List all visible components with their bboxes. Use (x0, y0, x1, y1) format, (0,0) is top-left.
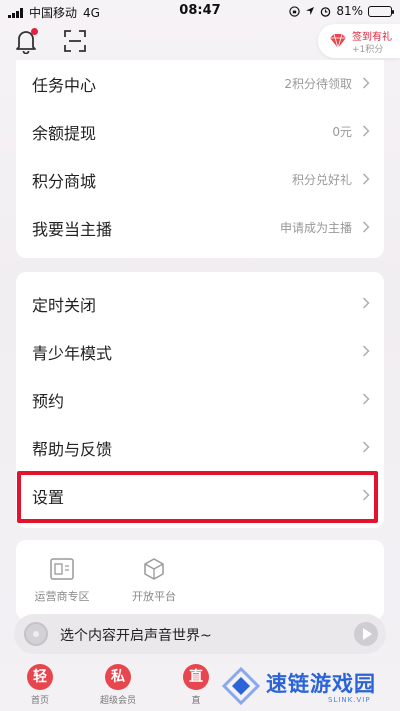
status-right: 81% (289, 4, 394, 18)
tool-carrier-zone[interactable]: 运营商专区 (22, 558, 102, 612)
notification-badge (31, 28, 38, 35)
sim-card-icon (50, 558, 74, 580)
watermark: 速链游戏园 SLINK.VIP (218, 660, 398, 710)
tab-live[interactable]: 直 直 (168, 664, 224, 706)
tool-label: 开放平台 (132, 590, 176, 603)
chevron-right-icon (363, 345, 370, 357)
tab-label: 首页 (30, 696, 49, 706)
menu-item-label: 余额提现 (32, 124, 97, 143)
chevron-right-icon (363, 221, 370, 233)
watermark-subtext: SLINK.VIP (328, 696, 371, 704)
menu-item-sleep-timer[interactable]: 定时关闭 (16, 280, 384, 328)
tab-label: 超级会员 (99, 696, 136, 706)
menu-item-settings[interactable]: 设置 (16, 472, 384, 520)
battery-percent: 81% (336, 4, 363, 18)
menu-item-label: 我要当主播 (32, 220, 113, 239)
chevron-right-icon (363, 489, 370, 501)
chevron-right-icon (363, 441, 370, 453)
rotation-lock-icon (289, 5, 301, 17)
general-menu-card: 定时关闭 青少年模式 预约 帮助与反馈 设置 (16, 272, 384, 528)
mini-player[interactable]: 选个内容开启声音世界~ (14, 614, 386, 654)
gem-icon (330, 33, 346, 49)
alarm-icon (321, 6, 331, 17)
menu-item-label: 定时关闭 (32, 296, 97, 315)
menu-item-task-center[interactable]: 任务中心 2积分待领取 (16, 60, 384, 108)
location-icon (306, 7, 315, 15)
menu-item-teen-mode[interactable]: 青少年模式 (16, 328, 384, 376)
battery-icon (368, 5, 394, 17)
menu-item-label: 青少年模式 (32, 344, 113, 363)
menu-item-value: 0元 (332, 125, 352, 139)
status-bar: 中国移动 4G 08:47 81% (0, 0, 400, 22)
scan-button[interactable] (64, 30, 86, 52)
tab-super-vip[interactable]: 私 超级会员 (90, 664, 146, 706)
menu-item-help-feedback[interactable]: 帮助与反馈 (16, 424, 384, 472)
menu-item-reservation[interactable]: 预约 (16, 376, 384, 424)
top-bar: 签到有礼 +1积分 (0, 24, 400, 60)
watermark-text: 速链游戏园 (266, 672, 376, 696)
checkin-title: 签到有礼 (352, 32, 392, 43)
menu-item-label: 设置 (32, 488, 65, 507)
tool-open-platform[interactable]: 开放平台 (114, 558, 194, 612)
menu-item-label: 任务中心 (32, 76, 97, 95)
tools-card: 运营商专区 开放平台 (16, 540, 384, 620)
menu-item-points-mall[interactable]: 积分商城 积分兑好礼 (16, 156, 384, 204)
tool-label: 运营商专区 (34, 590, 90, 603)
chevron-right-icon (363, 297, 370, 309)
tab-home[interactable]: 轻 首页 (12, 664, 68, 706)
menu-item-withdraw[interactable]: 余额提现 0元 (16, 108, 384, 156)
play-button[interactable] (354, 622, 378, 646)
tab-label: 直 (191, 696, 201, 706)
menu-item-value: 2积分待领取 (284, 77, 352, 91)
menu-item-value: 申请成为主播 (279, 221, 352, 235)
menu-item-label: 积分商城 (32, 172, 97, 191)
checkin-subtitle: +1积分 (352, 45, 384, 55)
chevron-right-icon (363, 125, 370, 137)
watermark-logo-icon (221, 666, 261, 706)
menu-item-label: 帮助与反馈 (32, 440, 113, 459)
home-tab-icon: 轻 (27, 664, 53, 690)
chevron-right-icon (363, 393, 370, 405)
notification-button[interactable] (14, 28, 38, 55)
vip-tab-icon: 私 (105, 664, 131, 690)
scan-icon (64, 30, 86, 52)
menu-item-label: 预约 (32, 392, 65, 411)
chevron-right-icon (363, 173, 370, 185)
menu-item-value: 积分兑好礼 (291, 173, 352, 187)
cube-icon (144, 558, 164, 580)
live-tab-icon: 直 (183, 664, 209, 690)
checkin-reward-button[interactable]: 签到有礼 +1积分 (318, 24, 400, 58)
menu-item-become-host[interactable]: 我要当主播 申请成为主播 (16, 204, 384, 252)
account-menu-card: 任务中心 2积分待领取 余额提现 0元 积分商城 积分兑好礼 我要当主播 申请成… (16, 60, 384, 258)
chevron-right-icon (363, 77, 370, 89)
player-prompt: 选个内容开启声音世界~ (60, 628, 212, 644)
album-disc-icon (24, 622, 48, 646)
